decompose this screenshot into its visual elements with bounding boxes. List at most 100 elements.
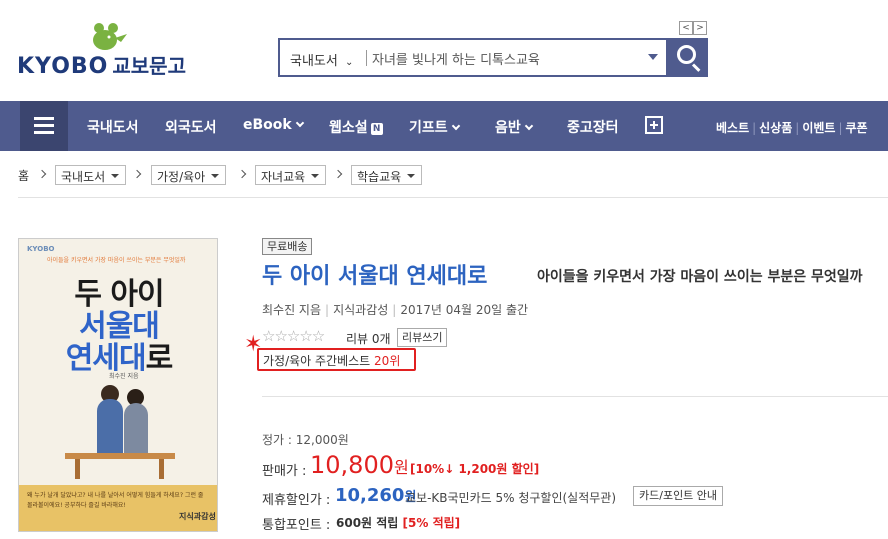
hamburger-menu-button[interactable]: [20, 101, 68, 151]
caret-down-icon: [311, 174, 320, 178]
review-count[interactable]: 리뷰 0개: [346, 330, 391, 347]
caret-down-icon: [211, 174, 220, 178]
nav-item-used-market[interactable]: 중고장터: [567, 117, 619, 137]
chevron-down-icon: [295, 118, 304, 128]
breadcrumb-select-label: 학습교육: [357, 170, 402, 184]
link-separator: |: [838, 121, 843, 135]
caret-down-icon: [111, 174, 120, 178]
breadcrumb-select-label: 국내도서: [61, 170, 106, 184]
chevron-right-icon: [237, 169, 247, 179]
nav-item-label: 중고장터: [567, 120, 619, 136]
header: KYOBO 교보문고 < > 국내도서 ⌄: [0, 0, 888, 101]
nav-item-label: eBook: [243, 117, 292, 133]
rating-stars-icon: ☆☆☆☆☆: [262, 327, 325, 345]
card-discount-label: 제휴할인가 :: [262, 493, 331, 508]
nav-link-coupon[interactable]: 쿠폰: [846, 121, 868, 135]
breadcrumb-select-level2[interactable]: 가정/육아: [151, 165, 227, 185]
nav-item-label: 웹소설: [329, 120, 368, 136]
chevron-right-icon: [333, 169, 343, 179]
product-title: 두 아이 서울대 연세대로: [262, 264, 488, 289]
search-box: 국내도서 ⌄: [278, 38, 668, 77]
free-shipping-badge: 무료배송: [262, 238, 313, 255]
cover-brand: KYOBO: [27, 245, 55, 253]
breadcrumb-select-level1[interactable]: 국내도서: [55, 165, 127, 185]
search-divider: [366, 50, 367, 66]
banner-pager: < >: [679, 15, 709, 35]
nav-item-domestic-books[interactable]: 국내도서: [87, 117, 139, 137]
nav-item-ebook[interactable]: eBook: [243, 117, 304, 133]
nav-item-label: 음반: [495, 120, 521, 136]
publish-date: 2017년 04월 20일 출간: [400, 303, 529, 317]
chevron-right-icon: [37, 169, 47, 179]
nav-item-webnovel[interactable]: 웹소설 N: [329, 117, 383, 137]
caret-down-icon: [407, 174, 416, 178]
divider: [262, 396, 888, 397]
discount-info: [10%↓ 1,200원 할인]: [410, 462, 540, 476]
card-point-info-button[interactable]: 카드/포인트 안내: [633, 486, 724, 506]
product-meta: 최수진 지음 | 지식과감성 | 2017년 04월 20일 출간: [262, 301, 528, 318]
bird-logo-icon: [93, 23, 127, 50]
chevron-down-icon: [524, 121, 534, 131]
sale-price-value: 10,800: [310, 451, 394, 479]
bestseller-rank[interactable]: 가정/육아 주간베스트 20위: [263, 352, 400, 369]
breadcrumb-select-level3[interactable]: 자녀교육: [255, 165, 327, 185]
cover-illustration-child: [97, 399, 123, 459]
search-category-select[interactable]: 국내도서 ⌄: [290, 50, 353, 69]
publisher-link[interactable]: 지식과감성: [333, 303, 388, 317]
nav-item-gift[interactable]: 기프트: [409, 117, 460, 137]
chevron-down-icon: [451, 121, 460, 131]
nav-item-foreign-books[interactable]: 외국도서: [165, 117, 217, 137]
nav-link-event[interactable]: 이벤트: [802, 121, 835, 135]
search-input[interactable]: [372, 48, 637, 68]
product-subtitle: 아이들을 키우면서 가장 마음이 쓰이는 부분은 무엇일까: [537, 269, 863, 285]
cover-illustration-child: [124, 403, 148, 459]
search-icon-handle: [691, 63, 701, 72]
plus-icon[interactable]: [645, 116, 663, 134]
cover-illustration-bench-leg: [159, 459, 164, 479]
breadcrumb-select-label: 자녀교육: [261, 170, 306, 184]
search-button[interactable]: [668, 38, 708, 77]
divider: [18, 197, 888, 198]
cover-tagline: 아이들을 키우면서 가장 마음이 쓰이는 부분은 무엇일까: [47, 257, 186, 264]
kyobo-logo[interactable]: KYOBO 교보문고: [17, 22, 207, 79]
nav-item-label: 기프트: [409, 120, 448, 136]
search-dropdown-caret-icon[interactable]: [648, 54, 658, 60]
nav-item-label: 외국도서: [165, 120, 217, 136]
cover-bottom-text: 왜 누가 날개 달았냐고? 내 나를 날아서 어떻게 힘들게 하세요? 그런 줄…: [27, 492, 204, 509]
chevron-down-icon: ⌄: [344, 57, 354, 68]
logo-text-en: KYOBO: [17, 54, 109, 79]
write-review-button[interactable]: 리뷰쓰기: [397, 328, 448, 347]
nav-item-music[interactable]: 음반: [495, 117, 534, 137]
points-label: 통합포인트 :: [262, 518, 331, 533]
search-icon: [677, 45, 696, 64]
pager-next-button[interactable]: >: [693, 21, 707, 35]
points-amount: 600원 적립: [336, 516, 399, 530]
points-value: 600원 적립 [5% 적립]: [336, 514, 460, 531]
breadcrumb-home[interactable]: 홈: [18, 167, 29, 184]
book-cover-image[interactable]: KYOBO 아이들을 키우면서 가장 마음이 쓰이는 부분은 무엇일까 두 아이…: [18, 238, 218, 532]
bestseller-rank-value: 20위: [374, 354, 401, 368]
meta-separator: |: [325, 303, 330, 317]
link-separator: |: [752, 121, 757, 135]
list-price: 정가 : 12,000원: [262, 433, 349, 447]
logo-text-ko: 교보문고: [112, 54, 186, 78]
hamburger-icon-bar: [34, 124, 54, 127]
card-discount-price-value: 10,260: [335, 485, 405, 506]
search-category-label: 국내도서: [290, 54, 338, 69]
meta-separator: |: [392, 303, 397, 317]
sale-price-unit: 원: [393, 458, 409, 477]
nav-link-new[interactable]: 신상품: [759, 121, 792, 135]
breadcrumb-select-level4[interactable]: 학습교육: [351, 165, 423, 185]
new-badge: N: [370, 123, 383, 135]
cover-title-line3b: 로: [145, 341, 174, 376]
cover-author: 최수진 지음: [109, 373, 139, 380]
sale-price-label: 판매가 :: [262, 464, 307, 479]
nav-link-best[interactable]: 베스트: [716, 121, 749, 135]
pager-prev-button[interactable]: <: [679, 21, 693, 35]
author-link[interactable]: 최수진 지음: [262, 303, 321, 317]
sale-price: 10,800원: [310, 451, 409, 479]
card-discount-desc: 교보-KB국민카드 5% 청구할인(실적무관): [405, 491, 617, 505]
hamburger-icon-bar: [34, 131, 54, 134]
nav-right-links: 베스트 | 신상품 | 이벤트 | 쿠폰: [716, 119, 868, 136]
nav-item-label: 국내도서: [87, 120, 139, 136]
